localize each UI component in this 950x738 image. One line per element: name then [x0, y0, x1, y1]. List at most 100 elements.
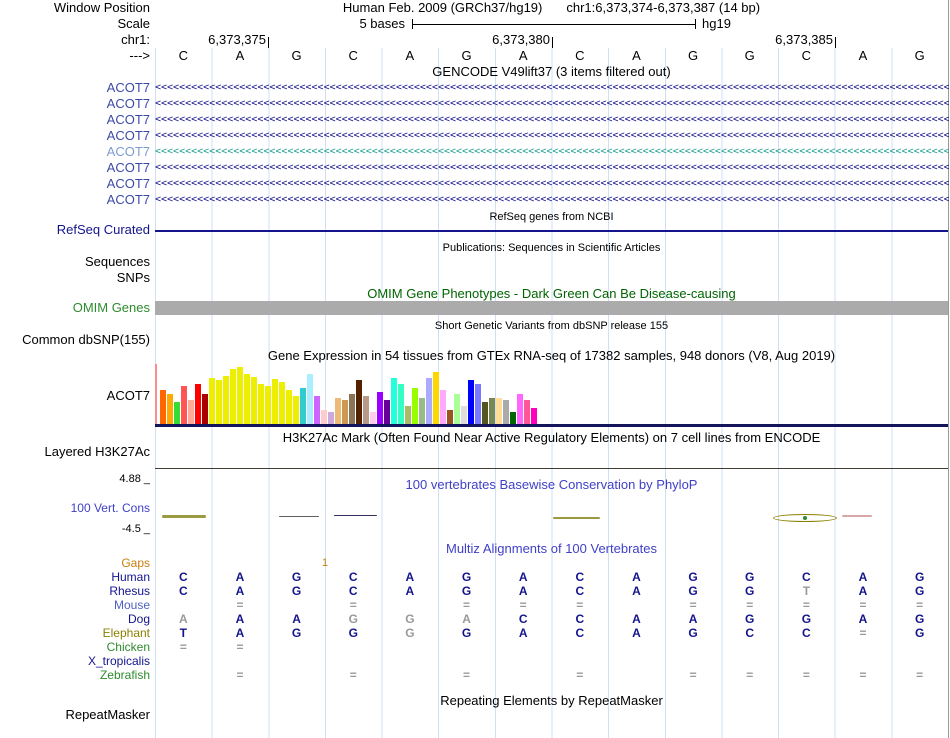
- gencode-transcript-row: ACOT7 <<<<<<<<<<<<<<<<<<<<<<<<<<<<<<<<<<<…: [0, 176, 950, 192]
- gencode-transcript-row: ACOT7 <<<<<<<<<<<<<<<<<<<<<<<<<<<<<<<<<<<…: [0, 112, 950, 128]
- alignment-cells: CAGCAGACAGGCAG: [155, 570, 948, 584]
- gtex-expression-bar: [286, 390, 292, 424]
- gtex-expression-bar: [216, 380, 222, 424]
- base-letter: C: [348, 48, 358, 63]
- omim-genes-label[interactable]: OMIM Genes: [0, 300, 150, 316]
- gencode-gene-label[interactable]: ACOT7: [0, 144, 150, 160]
- alignment-row: Dog A A A G G A C C A A G G A G: [0, 612, 950, 626]
- gtex-expression-bar: [370, 412, 376, 424]
- gtex-expression-bar: [391, 378, 397, 424]
- track-title-omim: OMIM Gene Phenotypes - Dark Green Can Be…: [367, 286, 736, 301]
- gtex-expression-bar: [447, 410, 453, 424]
- alignment-base: G: [291, 584, 302, 598]
- alignment-base: A: [405, 570, 415, 584]
- alignment-base: [495, 668, 552, 682]
- alignment-base: A: [178, 612, 188, 626]
- base-letter: A: [858, 48, 868, 63]
- gtex-expression-bar: [426, 378, 432, 424]
- alignment-base: G: [688, 570, 698, 584]
- gtex-expression-bar: [384, 400, 390, 424]
- alignment-base: [665, 654, 722, 668]
- alignment-base: [268, 598, 325, 612]
- base-letter: G: [291, 48, 302, 63]
- refseq-curated-label[interactable]: RefSeq Curated: [0, 222, 150, 238]
- gencode-rows: ACOT7 <<<<<<<<<<<<<<<<<<<<<<<<<<<<<<<<<<<…: [0, 80, 950, 208]
- gencode-gene-label[interactable]: ACOT7: [0, 112, 150, 128]
- alignment-base: C: [178, 570, 188, 584]
- alignment-base: [325, 654, 382, 668]
- transcript-arrows: <<<<<<<<<<<<<<<<<<<<<<<<<<<<<<<<<<<<<<<<…: [155, 162, 949, 173]
- alignment-base: A: [405, 584, 415, 598]
- alignment-base: =: [349, 598, 357, 612]
- gtex-expression-bar: [335, 398, 341, 424]
- h3k27ac-label[interactable]: Layered H3K27Ac: [0, 444, 150, 460]
- alignment-row: Elephant T A G G G G A C A G C C = G: [0, 626, 950, 640]
- alignment-base: G: [461, 626, 472, 640]
- gencode-gene-label[interactable]: ACOT7: [0, 96, 150, 112]
- alignment-base: =: [179, 640, 187, 654]
- alignment-base: A: [518, 570, 528, 584]
- conservation-dot: [803, 516, 807, 520]
- gaps-label: Gaps: [121, 556, 150, 570]
- gtex-expression-bar: [510, 412, 516, 424]
- gtex-baseline: [155, 424, 948, 427]
- alignment-base: C: [178, 584, 188, 598]
- alignment-base: =: [236, 668, 244, 682]
- alignment-base: G: [914, 570, 925, 584]
- conservation-mark: [279, 516, 319, 517]
- alignment-base: [608, 668, 665, 682]
- gtex-expression-bar: [482, 402, 488, 424]
- track-title-refseq: RefSeq genes from NCBI: [489, 211, 614, 223]
- conservation-mark: [842, 515, 872, 517]
- gencode-gene-label[interactable]: ACOT7: [0, 192, 150, 208]
- alignment-cells: T A G G G G A C A G C C = G: [155, 626, 948, 640]
- alignment-base: G: [461, 584, 472, 598]
- gtex-expression-bar: [496, 398, 502, 424]
- species-label: Chicken: [106, 640, 150, 654]
- alignment-base: A: [688, 612, 698, 626]
- gtex-expression-bar: [433, 372, 439, 424]
- gtex-expression-bar: [475, 384, 481, 424]
- alignment-base: A: [632, 612, 641, 626]
- gtex-track-label[interactable]: ACOT7: [0, 388, 150, 404]
- alignment-base: C: [575, 612, 585, 626]
- alignment-base: A: [518, 584, 528, 598]
- gtex-expression-bar: [468, 380, 474, 424]
- gencode-transcript-row: ACOT7 <<<<<<<<<<<<<<<<<<<<<<<<<<<<<<<<<<<…: [0, 144, 950, 160]
- gtex-expression-bar: [412, 388, 418, 424]
- snps-label[interactable]: SNPs: [0, 270, 150, 286]
- alignment-base: [268, 654, 325, 668]
- alignment-base: T: [179, 626, 187, 640]
- species-label: Mouse: [113, 598, 150, 612]
- base-letter: G: [688, 48, 699, 63]
- base-letter: A: [405, 48, 415, 63]
- omim-genes-bar: [155, 301, 948, 315]
- gencode-gene-label[interactable]: ACOT7: [0, 80, 150, 96]
- alignment-base: [382, 598, 439, 612]
- track-title-dbsnp: Short Genetic Variants from dbSNP releas…: [434, 320, 669, 332]
- base-letter: G: [744, 48, 755, 63]
- alignment-cells: = = = = = = = = = =: [155, 598, 948, 612]
- conservation-label[interactable]: 100 Vert. Cons: [0, 500, 150, 516]
- sequences-label[interactable]: Sequences: [0, 254, 150, 270]
- track-title-repeatmasker: Repeating Elements by RepeatMasker: [440, 693, 663, 708]
- gtex-expression-bar: [321, 410, 327, 424]
- alignment-row: X_tropicalis: [0, 654, 950, 668]
- gtex-expression-bar: [181, 386, 187, 424]
- coordinate-tick: [552, 37, 553, 48]
- alignment-base: A: [462, 612, 471, 626]
- gtex-expression-bar: [202, 394, 208, 424]
- gtex-expression-bar: [293, 396, 299, 424]
- gtex-expression-bar: [265, 386, 271, 424]
- transcript-arrows: <<<<<<<<<<<<<<<<<<<<<<<<<<<<<<<<<<<<<<<<…: [155, 194, 949, 205]
- alignment-base: G: [745, 570, 755, 584]
- common-dbsnp-label[interactable]: Common dbSNP(155): [0, 332, 150, 348]
- gencode-gene-label[interactable]: ACOT7: [0, 160, 150, 176]
- repeatmasker-label[interactable]: RepeatMasker: [0, 707, 150, 723]
- gtex-expression-bar: [300, 388, 306, 424]
- assembly-title: Human Feb. 2009 (GRCh37/hg19): [342, 0, 543, 15]
- alignment-base: =: [802, 668, 810, 682]
- gtex-expression-bar: [230, 369, 236, 424]
- gencode-gene-label[interactable]: ACOT7: [0, 176, 150, 192]
- gencode-gene-label[interactable]: ACOT7: [0, 128, 150, 144]
